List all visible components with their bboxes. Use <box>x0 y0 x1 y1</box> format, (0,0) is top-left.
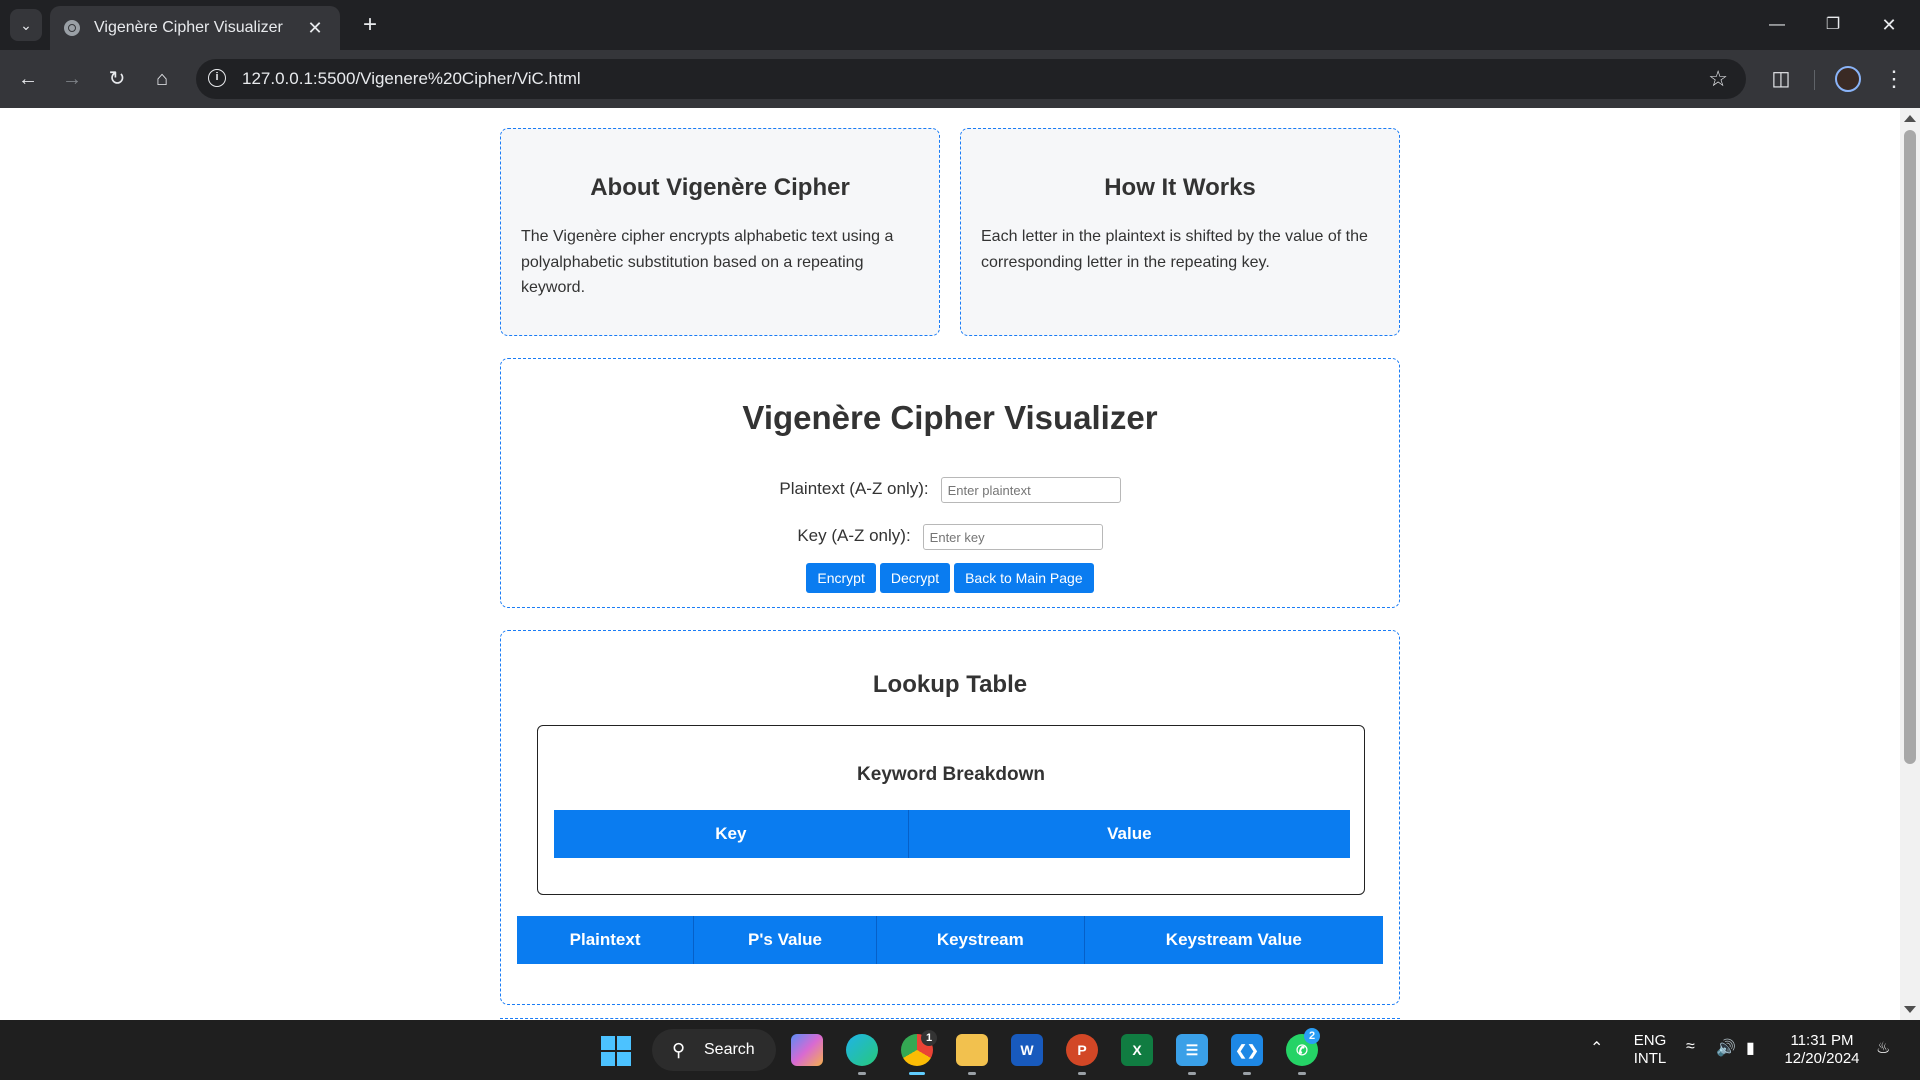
vscode-icon[interactable]: ❮❯ <box>1231 1034 1263 1066</box>
restore-icon[interactable]: ❐ <box>1818 12 1848 38</box>
address-bar[interactable]: i 127.0.0.1:5500/Vigenere%20Cipher/ViC.h… <box>196 59 1746 99</box>
powerpoint-icon[interactable]: P <box>1066 1034 1098 1066</box>
plaintext-label: Plaintext (A-Z only): <box>779 479 929 499</box>
search-label: Search <box>704 1041 755 1058</box>
edge-running-indicator <box>858 1072 866 1075</box>
scroll-up-arrow-icon[interactable] <box>1904 115 1916 122</box>
how-it-works-text: Each letter in the plaintext is shifted … <box>981 228 1368 271</box>
globe-favicon-icon <box>64 20 80 36</box>
reload-icon[interactable]: ↻ <box>101 63 133 95</box>
how-it-works-title: How It Works <box>1104 174 1256 201</box>
minimize-icon[interactable]: — <box>1762 12 1792 38</box>
p-value-column-header: P's Value <box>693 916 877 964</box>
file-explorer-icon[interactable] <box>956 1034 988 1066</box>
taskbar: ⚲ Search 1 W P X ☰ ❮❯ ✆ 2 ⌃ ENG INTL ≈ 🔊… <box>0 1020 1920 1080</box>
keyword-breakdown-box: Keyword Breakdown Key Value <box>537 725 1365 895</box>
powerpoint-running-indicator <box>1078 1072 1086 1075</box>
url-text: 127.0.0.1:5500/Vigenere%20Cipher/ViC.htm… <box>242 69 581 88</box>
new-tab-icon[interactable]: + <box>355 10 385 40</box>
plaintext-column-header: Plaintext <box>517 916 694 964</box>
tab-close-icon[interactable]: ✕ <box>304 18 326 39</box>
clock[interactable]: 11:31 PM 12/20/2024 <box>1782 1032 1862 1068</box>
tab-title: Vigenère Cipher Visualizer <box>94 19 283 36</box>
language-line-2: INTL <box>1633 1050 1667 1067</box>
extensions-puzzle-icon[interactable]: ◫ <box>1765 63 1797 95</box>
close-window-icon[interactable]: ✕ <box>1874 12 1904 38</box>
browser-toolbar: ← → ↻ ⌂ i 127.0.0.1:5500/Vigenere%20Ciph… <box>0 50 1920 108</box>
key-label: Key (A-Z only): <box>797 526 911 546</box>
profile-avatar[interactable] <box>1835 66 1861 92</box>
visualizer-card: Vigenère Cipher Visualizer Plaintext (A-… <box>500 358 1400 608</box>
keystream-value-column-header: Keystream Value <box>1083 916 1383 964</box>
value-column-header: Value <box>907 810 1350 858</box>
active-tab[interactable]: Vigenère Cipher Visualizer ✕ <box>50 6 340 50</box>
back-to-main-button[interactable]: Back to Main Page <box>954 563 1094 593</box>
page-title: Vigenère Cipher Visualizer <box>742 399 1158 436</box>
plaintext-input[interactable] <box>940 477 1121 503</box>
chrome-active-indicator <box>909 1072 925 1075</box>
notification-bell-icon[interactable]: ♨ <box>1876 1038 1890 1058</box>
lookup-table: Plaintext P's Value Keystream Keystream … <box>517 916 1383 964</box>
excel-icon[interactable]: X <box>1121 1034 1153 1066</box>
vscode-running-indicator <box>1243 1072 1251 1075</box>
notepad-icon[interactable]: ☰ <box>1176 1034 1208 1066</box>
notepad-running-indicator <box>1188 1072 1196 1075</box>
site-info-icon[interactable]: i <box>208 69 226 87</box>
windows-start-icon[interactable] <box>601 1036 631 1066</box>
keystream-column-header: Keystream <box>875 916 1085 964</box>
clock-date: 12/20/2024 <box>1784 1050 1860 1067</box>
page-scrollbar[interactable] <box>1900 108 1920 1020</box>
language-line-1: ENG <box>1633 1032 1667 1049</box>
keyword-table: Key Value <box>554 810 1350 858</box>
page-viewport: About Vigenère Cipher The Vigenère ciphe… <box>0 108 1900 1020</box>
word-icon[interactable]: W <box>1011 1034 1043 1066</box>
chrome-badge: 1 <box>921 1030 937 1046</box>
taskbar-search[interactable]: ⚲ Search <box>652 1029 776 1071</box>
about-text: The Vigenère cipher encrypts alphabetic … <box>521 228 894 296</box>
forward-arrow-icon[interactable]: → <box>56 63 88 95</box>
back-arrow-icon[interactable]: ← <box>12 63 44 95</box>
clock-time: 11:31 PM <box>1790 1032 1854 1049</box>
copilot-icon[interactable] <box>791 1034 823 1066</box>
browser-tab-strip: ⌄ Vigenère Cipher Visualizer ✕ + — ❐ ✕ <box>0 0 1920 50</box>
button-row: Encrypt Decrypt Back to Main Page <box>501 563 1399 593</box>
tray-chevron-up-icon[interactable]: ⌃ <box>1590 1038 1603 1058</box>
key-input[interactable] <box>922 524 1103 550</box>
wifi-icon[interactable]: ≈ <box>1686 1038 1695 1056</box>
lookup-title: Lookup Table <box>872 671 1028 698</box>
encrypt-button[interactable]: Encrypt <box>806 563 876 593</box>
key-row: Key (A-Z only): <box>501 524 1399 550</box>
search-icon: ⚲ <box>672 1040 686 1060</box>
keyword-breakdown-title: Keyword Breakdown <box>857 764 1045 785</box>
plaintext-row: Plaintext (A-Z only): <box>501 477 1399 503</box>
language-indicator[interactable]: ENG INTL <box>1630 1032 1670 1068</box>
decrypt-button[interactable]: Decrypt <box>879 563 951 593</box>
about-card: About Vigenère Cipher The Vigenère ciphe… <box>500 128 940 336</box>
home-icon[interactable]: ⌂ <box>146 63 178 95</box>
about-title: About Vigenère Cipher <box>590 174 850 201</box>
volume-icon[interactable]: 🔊 <box>1716 1038 1736 1058</box>
whatsapp-running-indicator <box>1298 1072 1306 1075</box>
scroll-down-arrow-icon[interactable] <box>1904 1006 1916 1013</box>
scroll-thumb[interactable] <box>1904 130 1916 764</box>
key-column-header: Key <box>554 810 909 858</box>
how-it-works-card: How It Works Each letter in the plaintex… <box>960 128 1400 336</box>
tab-search-dropdown-icon[interactable]: ⌄ <box>10 9 42 41</box>
toolbar-divider <box>1814 70 1815 90</box>
lookup-card: Lookup Table Keyword Breakdown Key Value… <box>500 630 1400 1005</box>
explorer-running-indicator <box>968 1072 976 1075</box>
whatsapp-badge: 2 <box>1304 1028 1320 1044</box>
edge-browser-icon[interactable] <box>846 1034 878 1066</box>
bookmark-star-icon[interactable]: ☆ <box>1708 63 1728 95</box>
kebab-menu-icon[interactable]: ⋮ <box>1878 63 1910 95</box>
battery-icon[interactable]: ▮ <box>1746 1038 1755 1058</box>
